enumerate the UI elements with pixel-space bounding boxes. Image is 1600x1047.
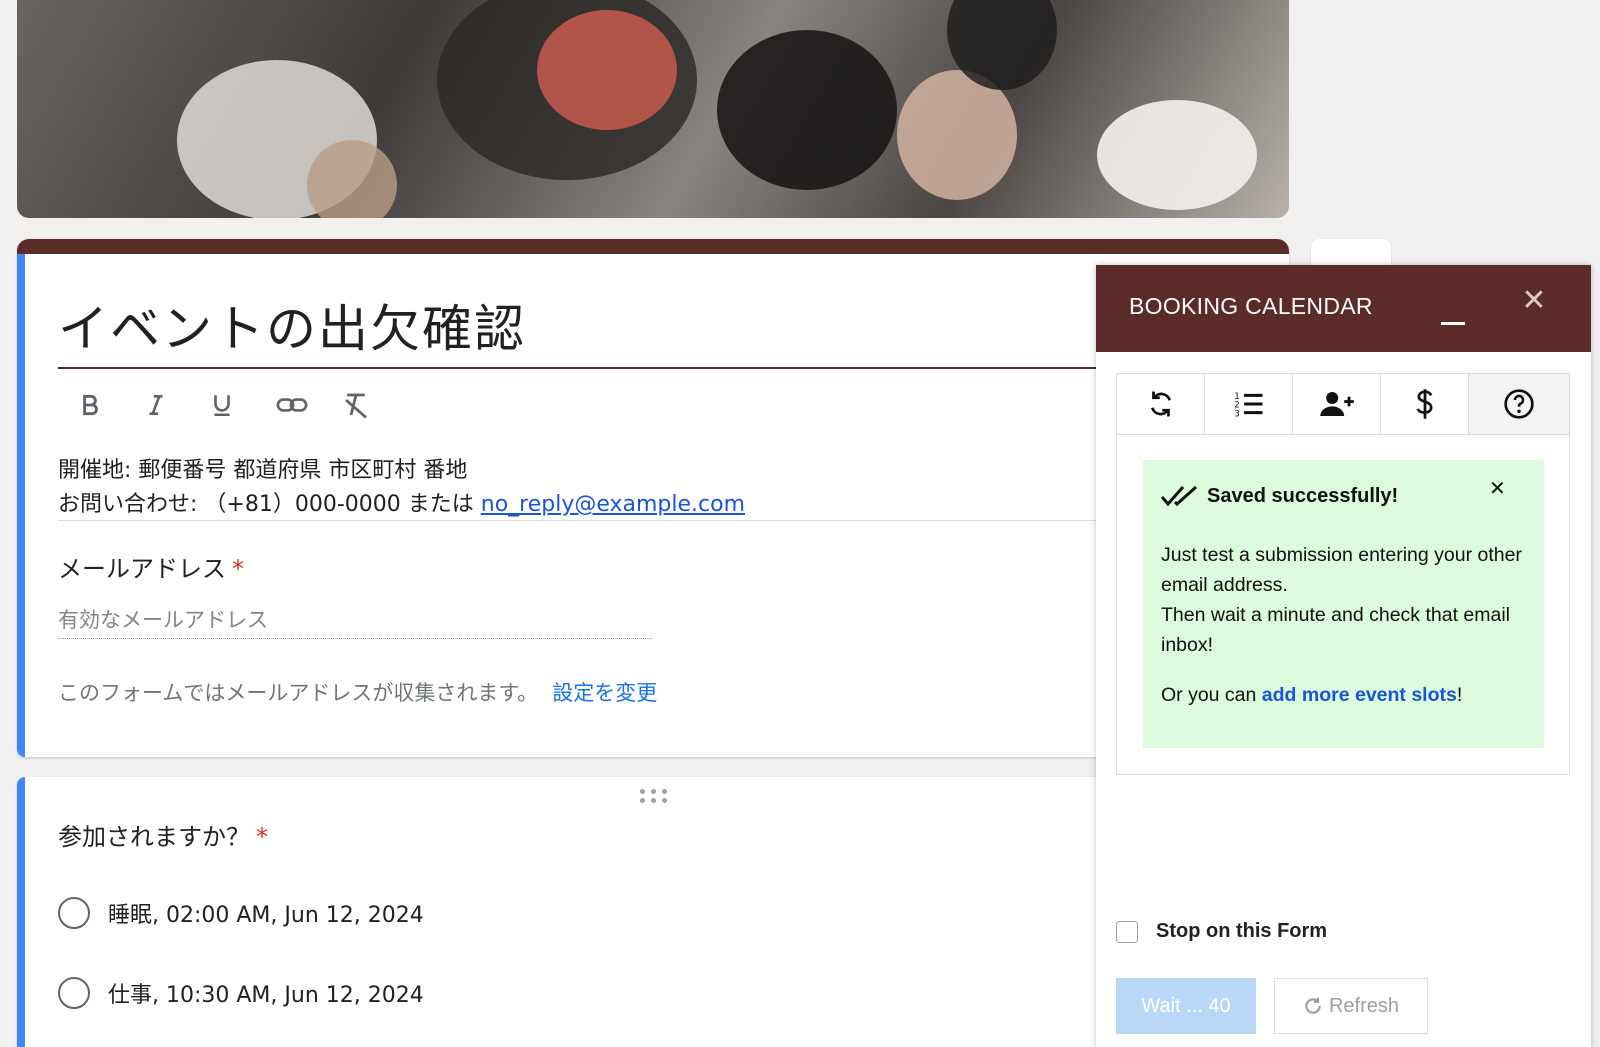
required-mark: * bbox=[232, 555, 244, 583]
alert-line-3-suffix: ! bbox=[1456, 684, 1463, 706]
collect-notice: このフォームではメールアドレスが収集されます。 設定を変更 bbox=[58, 677, 657, 707]
form-description[interactable]: 開催地: 郵便番号 都道府県 市区町村 番地 お問い合わせ: （+81）000-… bbox=[58, 454, 745, 522]
tab-add-user[interactable] bbox=[1293, 374, 1381, 434]
panel-header: BOOKING CALENDAR ✕ bbox=[1096, 265, 1591, 352]
email-label-text: メールアドレス bbox=[58, 555, 226, 583]
bold-icon[interactable] bbox=[77, 385, 143, 425]
dollar-icon bbox=[1415, 389, 1433, 419]
focus-indicator bbox=[17, 254, 25, 757]
underline-icon[interactable] bbox=[209, 385, 275, 425]
svg-text:3: 3 bbox=[1234, 409, 1239, 419]
minimize-icon[interactable] bbox=[1441, 305, 1465, 325]
add-event-slots-link[interactable]: add more event slots bbox=[1262, 684, 1457, 706]
refresh-button[interactable]: Refresh bbox=[1274, 978, 1428, 1034]
change-settings-link[interactable]: 設定を変更 bbox=[552, 681, 657, 705]
tab-content: Saved successfully! ✕ Just test a submis… bbox=[1116, 434, 1570, 775]
panel-tabs: 123 bbox=[1116, 373, 1570, 435]
alert-line-2: Then wait a minute and check that email … bbox=[1161, 604, 1511, 656]
option-label: 仕事, 10:30 AM, Jun 12, 2024 bbox=[108, 983, 424, 1008]
alert-title-text: Saved successfully! bbox=[1207, 484, 1399, 507]
drag-handle-icon[interactable] bbox=[640, 789, 668, 803]
success-alert: Saved successfully! ✕ Just test a submis… bbox=[1143, 460, 1544, 748]
alert-title: Saved successfully! bbox=[1161, 484, 1398, 508]
option-label: 睡眠, 02:00 AM, Jun 12, 2024 bbox=[108, 903, 424, 928]
radio-option[interactable]: 睡眠, 02:00 AM, Jun 12, 2024 bbox=[58, 897, 424, 929]
focus-indicator bbox=[17, 777, 25, 1047]
double-check-icon bbox=[1161, 485, 1198, 507]
description-underline bbox=[58, 520, 1138, 521]
title-underline bbox=[58, 367, 1138, 369]
description-line-1: 開催地: 郵便番号 都道府県 市区町村 番地 bbox=[58, 458, 468, 483]
alert-line-3-prefix: Or you can bbox=[1161, 684, 1262, 706]
radio-option[interactable]: 仕事, 10:30 AM, Jun 12, 2024 bbox=[58, 977, 424, 1009]
alert-close-icon[interactable]: ✕ bbox=[1489, 476, 1506, 501]
header-image bbox=[17, 0, 1289, 218]
stop-on-form-row[interactable]: Stop on this Form bbox=[1116, 920, 1327, 943]
panel-title: BOOKING CALENDAR bbox=[1129, 293, 1373, 319]
email-input[interactable] bbox=[58, 601, 652, 639]
help-icon bbox=[1504, 389, 1534, 419]
contact-text: お問い合わせ: （+81）000-0000 または bbox=[58, 492, 481, 517]
stop-label: Stop on this Form bbox=[1156, 920, 1328, 942]
tab-pricing[interactable] bbox=[1381, 374, 1469, 434]
tab-help[interactable] bbox=[1469, 374, 1569, 434]
italic-icon[interactable] bbox=[143, 385, 209, 425]
collect-notice-text: このフォームではメールアドレスが収集されます。 bbox=[58, 681, 539, 705]
close-icon[interactable]: ✕ bbox=[1518, 285, 1550, 317]
list-icon: 123 bbox=[1234, 392, 1263, 419]
alert-line-1: Just test a submission entering your oth… bbox=[1161, 544, 1522, 596]
question-text: 参加されますか？ bbox=[58, 823, 250, 851]
form-title[interactable]: イベントの出欠確認 bbox=[58, 289, 526, 361]
link-icon[interactable] bbox=[275, 385, 341, 425]
tab-list[interactable]: 123 bbox=[1205, 374, 1293, 434]
stop-checkbox[interactable] bbox=[1116, 920, 1138, 943]
alert-body: Just test a submission entering your oth… bbox=[1161, 540, 1531, 710]
add-user-icon bbox=[1319, 392, 1354, 416]
tab-sync[interactable] bbox=[1117, 374, 1205, 434]
wait-button[interactable]: Wait ... 40 bbox=[1116, 978, 1256, 1034]
question-label: 参加されますか？ * bbox=[58, 817, 268, 852]
theme-bar bbox=[17, 239, 1289, 254]
booking-calendar-panel: BOOKING CALENDAR ✕ 123 Saved successfull… bbox=[1096, 265, 1591, 1047]
refresh-label: Refresh bbox=[1328, 994, 1400, 1017]
description-line-2: お問い合わせ: （+81）000-0000 または no_reply@examp… bbox=[58, 488, 745, 522]
email-link[interactable]: no_reply@example.com bbox=[481, 492, 745, 517]
radio-button[interactable] bbox=[58, 977, 90, 1009]
email-label: メールアドレス * bbox=[58, 549, 244, 584]
clear-format-icon[interactable] bbox=[341, 385, 407, 425]
alert-line-3: Or you can add more event slots! bbox=[1161, 680, 1531, 710]
radio-button[interactable] bbox=[58, 897, 90, 929]
format-toolbar bbox=[77, 385, 407, 425]
required-mark: * bbox=[256, 823, 268, 851]
sync-icon bbox=[1150, 391, 1171, 417]
refresh-icon bbox=[1305, 997, 1321, 1014]
